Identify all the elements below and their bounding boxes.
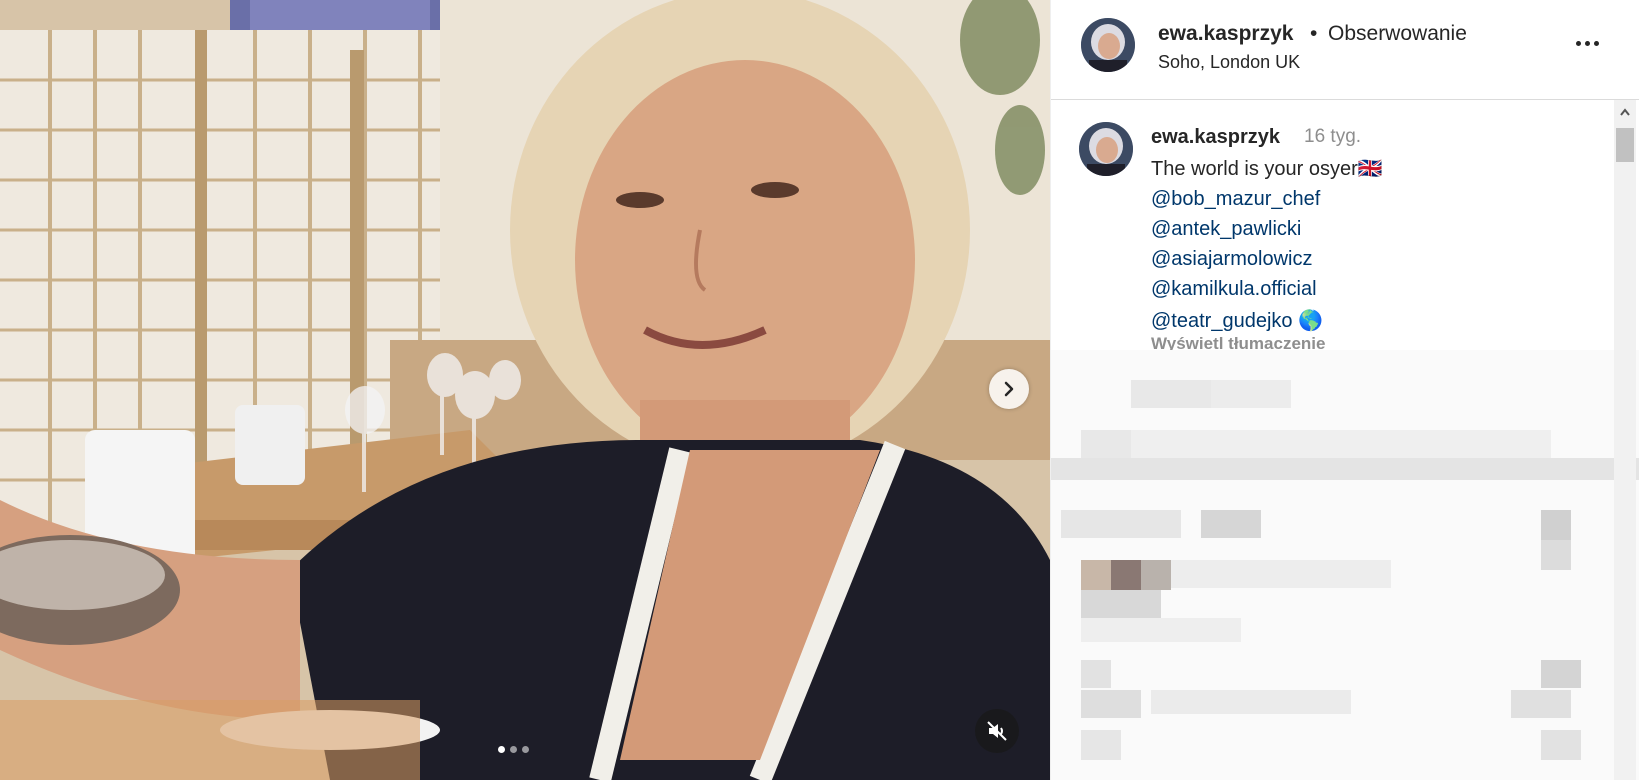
carousel-dot — [522, 746, 529, 753]
more-options-icon — [1584, 40, 1590, 46]
caption-avatar[interactable] — [1079, 122, 1133, 176]
more-options-icon — [1593, 40, 1599, 46]
more-options-icon — [1575, 40, 1581, 46]
post-header: ewa.kasprzyk • Obserwowanie Soho, London… — [1051, 0, 1639, 100]
chevron-right-icon — [1004, 381, 1014, 397]
mention-link[interactable]: @antek_pawlicki — [1151, 218, 1301, 241]
comments-panel[interactable]: ewa.kasprzyk 16 tyg. The world is your o… — [1051, 100, 1639, 780]
more-options-button[interactable] — [1569, 28, 1605, 58]
scrollbar[interactable] — [1614, 100, 1636, 780]
carousel-indicator — [498, 746, 529, 753]
following-button[interactable]: Obserwowanie — [1328, 22, 1467, 46]
post-author-username[interactable]: ewa.kasprzyk — [1158, 22, 1293, 46]
caption-text: The world is your osyer🇬🇧 — [1151, 158, 1383, 180]
caption-username[interactable]: ewa.kasprzyk — [1151, 126, 1280, 149]
avatar-image — [1079, 122, 1133, 176]
muted-speaker-icon — [987, 721, 1007, 741]
carousel-dot — [510, 746, 517, 753]
caption-timestamp[interactable]: 16 tyg. — [1304, 126, 1361, 148]
post-media[interactable] — [0, 0, 1050, 780]
instagram-post: ewa.kasprzyk • Obserwowanie Soho, London… — [0, 0, 1639, 780]
scroll-up-button[interactable] — [1614, 102, 1636, 122]
chevron-up-icon — [1620, 108, 1630, 116]
carousel-next-button[interactable] — [989, 369, 1029, 409]
post-location[interactable]: Soho, London UK — [1158, 52, 1300, 73]
post-sidebar: ewa.kasprzyk • Obserwowanie Soho, London… — [1050, 0, 1639, 780]
mention-link[interactable]: @bob_mazur_chef — [1151, 188, 1320, 211]
avatar[interactable] — [1081, 18, 1135, 72]
avatar-image — [1081, 18, 1135, 72]
scroll-thumb[interactable] — [1616, 128, 1634, 162]
separator-dot: • — [1310, 22, 1318, 45]
mention-link[interactable]: @teatr_gudejko 🌎 — [1151, 308, 1323, 333]
pixelated-blur-region — [1051, 350, 1639, 780]
mute-toggle-button[interactable] — [975, 709, 1019, 753]
mention-link[interactable]: @asiajarmolowicz — [1151, 248, 1312, 271]
pixelated-comments — [1051, 350, 1639, 780]
post-photo — [0, 0, 1050, 780]
carousel-dot-active — [498, 746, 505, 753]
mention-link[interactable]: @kamilkula.official — [1151, 278, 1317, 301]
